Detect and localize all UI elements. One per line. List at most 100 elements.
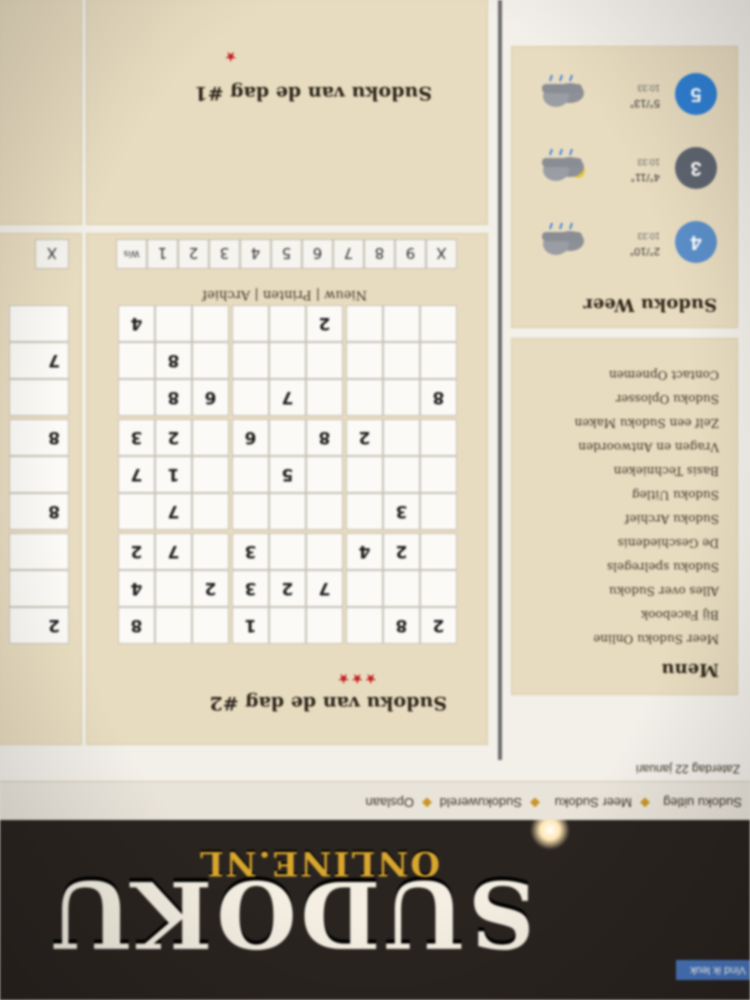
sudoku-cell[interactable] <box>192 342 229 379</box>
sudoku-cell[interactable]: 8 <box>118 607 155 644</box>
sudoku-cell[interactable]: 7 <box>155 493 192 530</box>
sudoku-cell[interactable] <box>232 456 269 493</box>
nav-item-uitleg[interactable]: Sudoku uitleg <box>663 795 742 810</box>
menu-item[interactable]: Sudoku spelregels <box>607 560 719 574</box>
sudoku-cell[interactable] <box>420 533 457 570</box>
sudoku-cell[interactable] <box>118 379 155 416</box>
sudoku-cell[interactable] <box>306 379 343 416</box>
sudoku-cell[interactable] <box>383 570 420 607</box>
sudoku-cell[interactable]: 3 <box>383 493 420 530</box>
sudoku-cell[interactable]: 1 <box>232 607 269 644</box>
sudoku-cell[interactable]: 8 <box>155 379 192 416</box>
menu-item[interactable]: Zelf een Sudoku Maken <box>575 416 720 430</box>
sudoku-cell[interactable]: 2 <box>192 570 229 607</box>
menu-item[interactable]: Vragen en Antwoorden <box>578 440 719 454</box>
sudoku-cell[interactable]: 5 <box>269 456 306 493</box>
sudoku-cell[interactable] <box>9 379 69 416</box>
sudoku-cell[interactable] <box>383 305 420 342</box>
nav-item-opslaan[interactable]: Opslaan <box>366 795 414 810</box>
sudoku-cell[interactable] <box>118 342 155 379</box>
sudoku-cell[interactable] <box>306 493 343 530</box>
sudoku-cell[interactable]: 7 <box>269 379 306 416</box>
menu-item[interactable]: Contact Opnemen <box>609 368 719 382</box>
menu-item[interactable]: Bij Facebook <box>641 608 719 622</box>
sudoku-cell[interactable]: 8 <box>9 493 69 530</box>
menu-item[interactable]: Alles over Sudoku <box>609 584 719 598</box>
sudoku-cell[interactable]: 8 <box>155 342 192 379</box>
sudoku-cell[interactable]: 2 <box>383 533 420 570</box>
nav-item-sudokuwereld[interactable]: Sudokuwereld <box>440 795 522 810</box>
sudoku-cell[interactable] <box>420 305 457 342</box>
sudoku-cell[interactable] <box>346 607 383 644</box>
sudoku-cell[interactable] <box>420 342 457 379</box>
sudoku-cell[interactable]: 2 <box>155 419 192 456</box>
sudoku-cell[interactable]: 3 <box>118 419 155 456</box>
sudoku-cell[interactable]: 4 <box>118 305 155 342</box>
sudoku-cell[interactable]: 2 <box>118 533 155 570</box>
numpad-key-button[interactable]: 8 <box>364 239 395 269</box>
sudoku-cell[interactable] <box>118 493 155 530</box>
sudoku-cell[interactable] <box>192 607 229 644</box>
sudoku-cell[interactable] <box>192 493 229 530</box>
sudoku-cell[interactable] <box>269 607 306 644</box>
sudoku-cell[interactable] <box>346 456 383 493</box>
sudoku-cell[interactable] <box>383 379 420 416</box>
sudoku-cell[interactable] <box>9 456 69 493</box>
sudoku-cell[interactable] <box>192 305 229 342</box>
sudoku-cell[interactable]: 8 <box>383 607 420 644</box>
sudoku-cell[interactable]: 1 <box>155 456 192 493</box>
sudoku-cell[interactable]: 6 <box>232 419 269 456</box>
numpad-key-button[interactable]: 4 <box>240 239 271 269</box>
numpad-clear-button[interactable]: X <box>35 239 69 269</box>
sudoku-cell[interactable] <box>346 379 383 416</box>
sudoku-cell[interactable] <box>269 342 306 379</box>
sudoku-cell[interactable] <box>232 305 269 342</box>
sudoku-cell[interactable] <box>346 342 383 379</box>
sudoku-cell[interactable] <box>420 419 457 456</box>
sudoku-cell[interactable] <box>346 570 383 607</box>
sudoku-cell[interactable] <box>192 456 229 493</box>
sudoku-cell[interactable] <box>192 533 229 570</box>
sudoku-cell[interactable] <box>306 607 343 644</box>
menu-item[interactable]: Sudoku Uitleg <box>632 488 719 502</box>
sudoku-cell[interactable] <box>420 570 457 607</box>
puzzle-actions[interactable]: Nieuw | Printen | Archief <box>202 287 367 302</box>
sudoku-cell[interactable] <box>420 456 457 493</box>
numpad-key-button[interactable]: 3 <box>209 239 240 269</box>
nav-item-meer-sudoku[interactable]: Meer Sudoku <box>555 795 632 810</box>
sudoku-cell[interactable]: 2 <box>420 607 457 644</box>
numpad-key-button[interactable]: 9 <box>395 239 426 269</box>
sudoku-cell[interactable]: 2 <box>9 607 69 644</box>
sudoku-cell[interactable]: 7 <box>9 342 69 379</box>
sudoku-cell[interactable] <box>269 493 306 530</box>
sudoku-cell[interactable] <box>346 493 383 530</box>
sudoku-cell[interactable]: 6 <box>192 379 229 416</box>
facebook-like-button[interactable]: Vind ik leuk <box>676 960 750 980</box>
sudoku-cell[interactable] <box>192 419 229 456</box>
sudoku-cell[interactable] <box>269 419 306 456</box>
menu-item[interactable]: Meer Sudoku Online <box>593 632 719 646</box>
sudoku-cell[interactable] <box>155 305 192 342</box>
sudoku-cell[interactable] <box>9 533 69 570</box>
sudoku-cell[interactable]: 3 <box>232 570 269 607</box>
sudoku-cell[interactable] <box>9 570 69 607</box>
sudoku-cell[interactable]: 8 <box>9 419 69 456</box>
sudoku-cell[interactable] <box>420 493 457 530</box>
sudoku-cell[interactable]: 3 <box>232 533 269 570</box>
sudoku-cell[interactable]: 7 <box>155 533 192 570</box>
numpad-key-button[interactable]: 6 <box>302 239 333 269</box>
sudoku-cell[interactable] <box>306 533 343 570</box>
sudoku-cell[interactable] <box>306 342 343 379</box>
menu-item[interactable]: De Geschiedenis <box>618 536 719 550</box>
numpad-key-button[interactable]: 5 <box>271 239 302 269</box>
sudoku-cell[interactable] <box>306 456 343 493</box>
sudoku-cell[interactable]: 2 <box>306 305 343 342</box>
sudoku-cell[interactable]: 4 <box>346 533 383 570</box>
numpad-clear-button[interactable]: X <box>426 239 457 269</box>
numpad-key-button[interactable]: 2 <box>178 239 209 269</box>
sudoku-cell[interactable] <box>383 456 420 493</box>
sudoku-cell[interactable]: 8 <box>420 379 457 416</box>
sudoku-cell[interactable] <box>155 570 192 607</box>
menu-item[interactable]: Sudoku Archief <box>625 512 719 526</box>
sudoku-cell[interactable] <box>232 379 269 416</box>
